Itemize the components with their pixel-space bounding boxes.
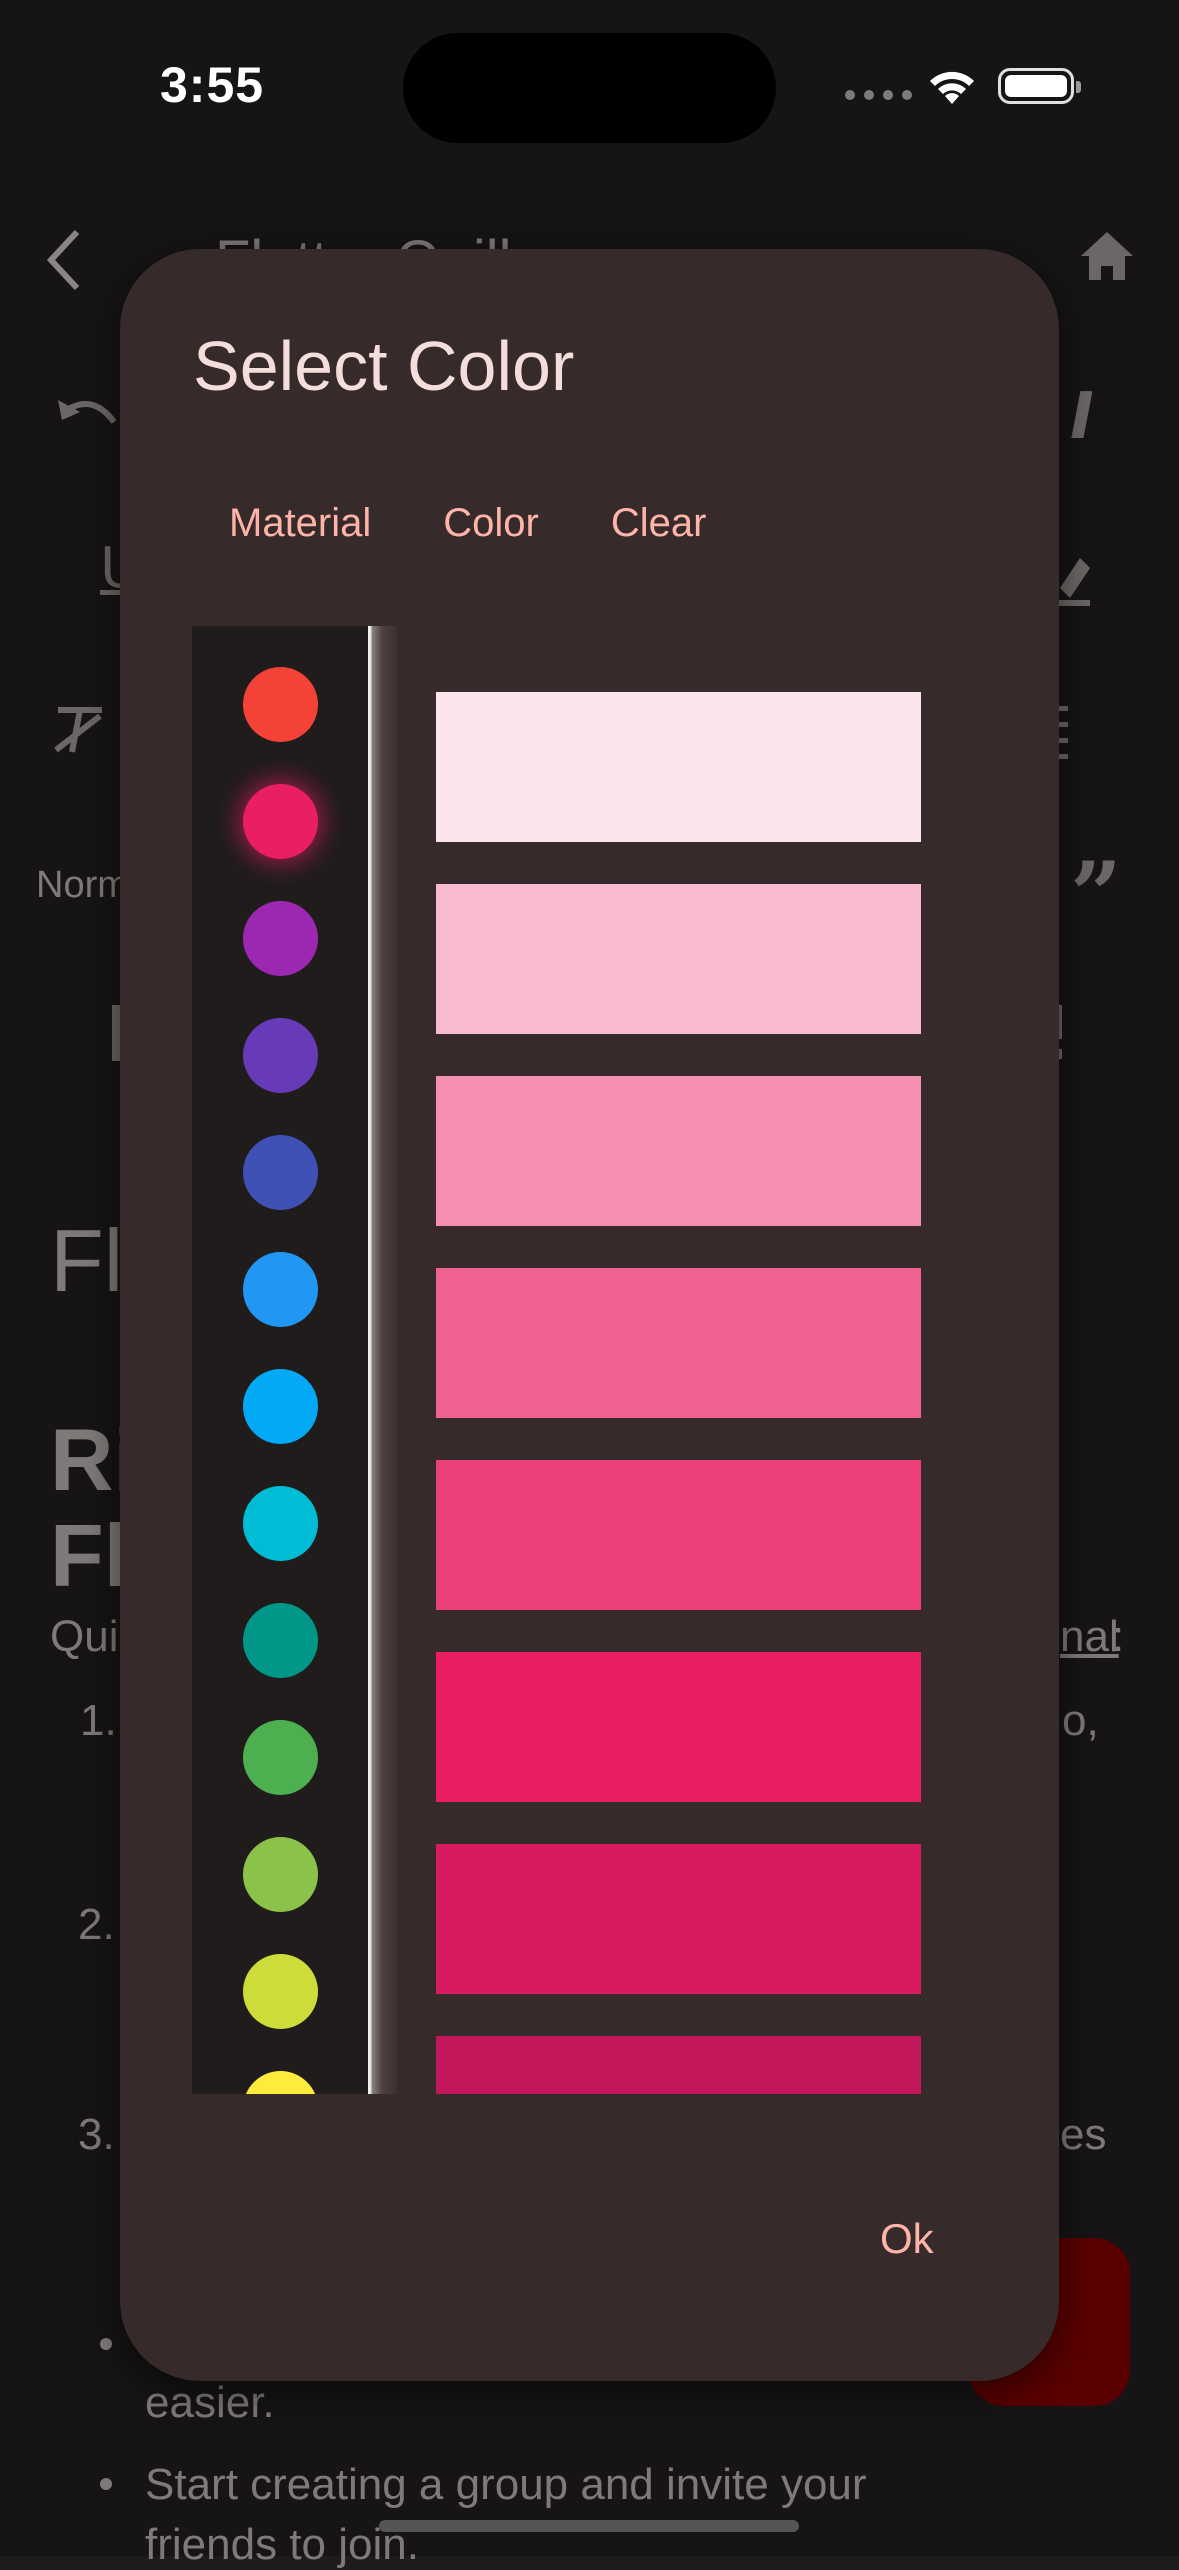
color-swatch[interactable] bbox=[243, 1603, 318, 1678]
dynamic-island bbox=[403, 33, 776, 143]
color-swatch[interactable] bbox=[243, 1720, 318, 1795]
palette-scrollbar[interactable] bbox=[368, 626, 398, 2094]
primary-color-list[interactable] bbox=[192, 626, 368, 2094]
shade-swatch[interactable] bbox=[436, 1268, 921, 1418]
shade-swatch[interactable] bbox=[436, 884, 921, 1034]
undo-icon[interactable] bbox=[52, 392, 122, 442]
shade-swatch[interactable] bbox=[436, 1460, 921, 1610]
shade-swatch[interactable] bbox=[436, 1076, 921, 1226]
list-item-1-tail: o, bbox=[1062, 1696, 1099, 1745]
color-swatch[interactable] bbox=[243, 901, 318, 976]
back-icon[interactable] bbox=[45, 228, 85, 292]
shade-swatch[interactable] bbox=[436, 1652, 921, 1802]
doc-paragraph-start: Qui bbox=[50, 1612, 119, 1661]
list-number-3: 3. bbox=[78, 2110, 115, 2159]
wifi-icon bbox=[930, 71, 974, 104]
status-time: 3:55 bbox=[160, 57, 265, 113]
color-swatch[interactable] bbox=[243, 2071, 318, 2094]
color-swatch[interactable] bbox=[243, 1369, 318, 1444]
tab-clear[interactable]: Clear bbox=[575, 489, 743, 558]
battery-icon bbox=[998, 68, 1081, 104]
shade-swatch[interactable] bbox=[436, 692, 921, 842]
bullet-2-line-2: friends to join. bbox=[145, 2520, 419, 2569]
shade-list bbox=[436, 626, 921, 2094]
shade-swatch[interactable] bbox=[436, 2036, 921, 2094]
color-swatch[interactable] bbox=[243, 1837, 318, 1912]
tab-material[interactable]: Material bbox=[193, 489, 407, 558]
doc-paragraph-colon: : bbox=[1112, 1612, 1125, 1661]
bullet-dot bbox=[100, 2478, 112, 2490]
color-swatch[interactable] bbox=[243, 1018, 318, 1093]
italic-icon[interactable]: I bbox=[1070, 380, 1094, 454]
bullet-2-line-1: Start creating a group and invite your bbox=[145, 2460, 867, 2509]
doc-heading: Fl bbox=[50, 1211, 124, 1310]
color-swatch[interactable] bbox=[243, 1486, 318, 1561]
list-number-1: 1. bbox=[80, 1696, 117, 1745]
bullet-dot bbox=[100, 2338, 112, 2350]
color-swatch[interactable] bbox=[243, 667, 318, 742]
quote-icon[interactable]: ” bbox=[1070, 842, 1122, 948]
dialog-title: Select Color bbox=[193, 327, 575, 405]
color-swatch[interactable] bbox=[243, 1135, 318, 1210]
style-dropdown-label[interactable]: Norm bbox=[36, 864, 129, 907]
list-number-2: 2. bbox=[78, 1900, 115, 1949]
doc-bold-heading-2: Fl bbox=[50, 1506, 129, 1605]
bullet-1-tail: easier. bbox=[145, 2378, 275, 2427]
tab-color[interactable]: Color bbox=[407, 489, 575, 558]
home-indicator[interactable] bbox=[379, 2520, 799, 2532]
color-swatch[interactable] bbox=[243, 784, 318, 859]
color-picker-dialog: Select Color Material Color Clear Ok bbox=[120, 249, 1059, 2381]
signal-icon bbox=[845, 90, 912, 100]
color-swatch[interactable] bbox=[243, 1252, 318, 1327]
shade-swatch[interactable] bbox=[436, 1844, 921, 1994]
doc-paragraph-link[interactable]: nal bbox=[1060, 1612, 1119, 1662]
color-swatch[interactable] bbox=[243, 1954, 318, 2029]
home-icon[interactable] bbox=[1077, 228, 1137, 284]
list-item-3-tail: es bbox=[1060, 2110, 1107, 2159]
ok-button[interactable]: Ok bbox=[860, 2205, 954, 2273]
picker-mode-tabs: Material Color Clear bbox=[193, 489, 742, 558]
format-clear-icon[interactable] bbox=[50, 700, 110, 760]
